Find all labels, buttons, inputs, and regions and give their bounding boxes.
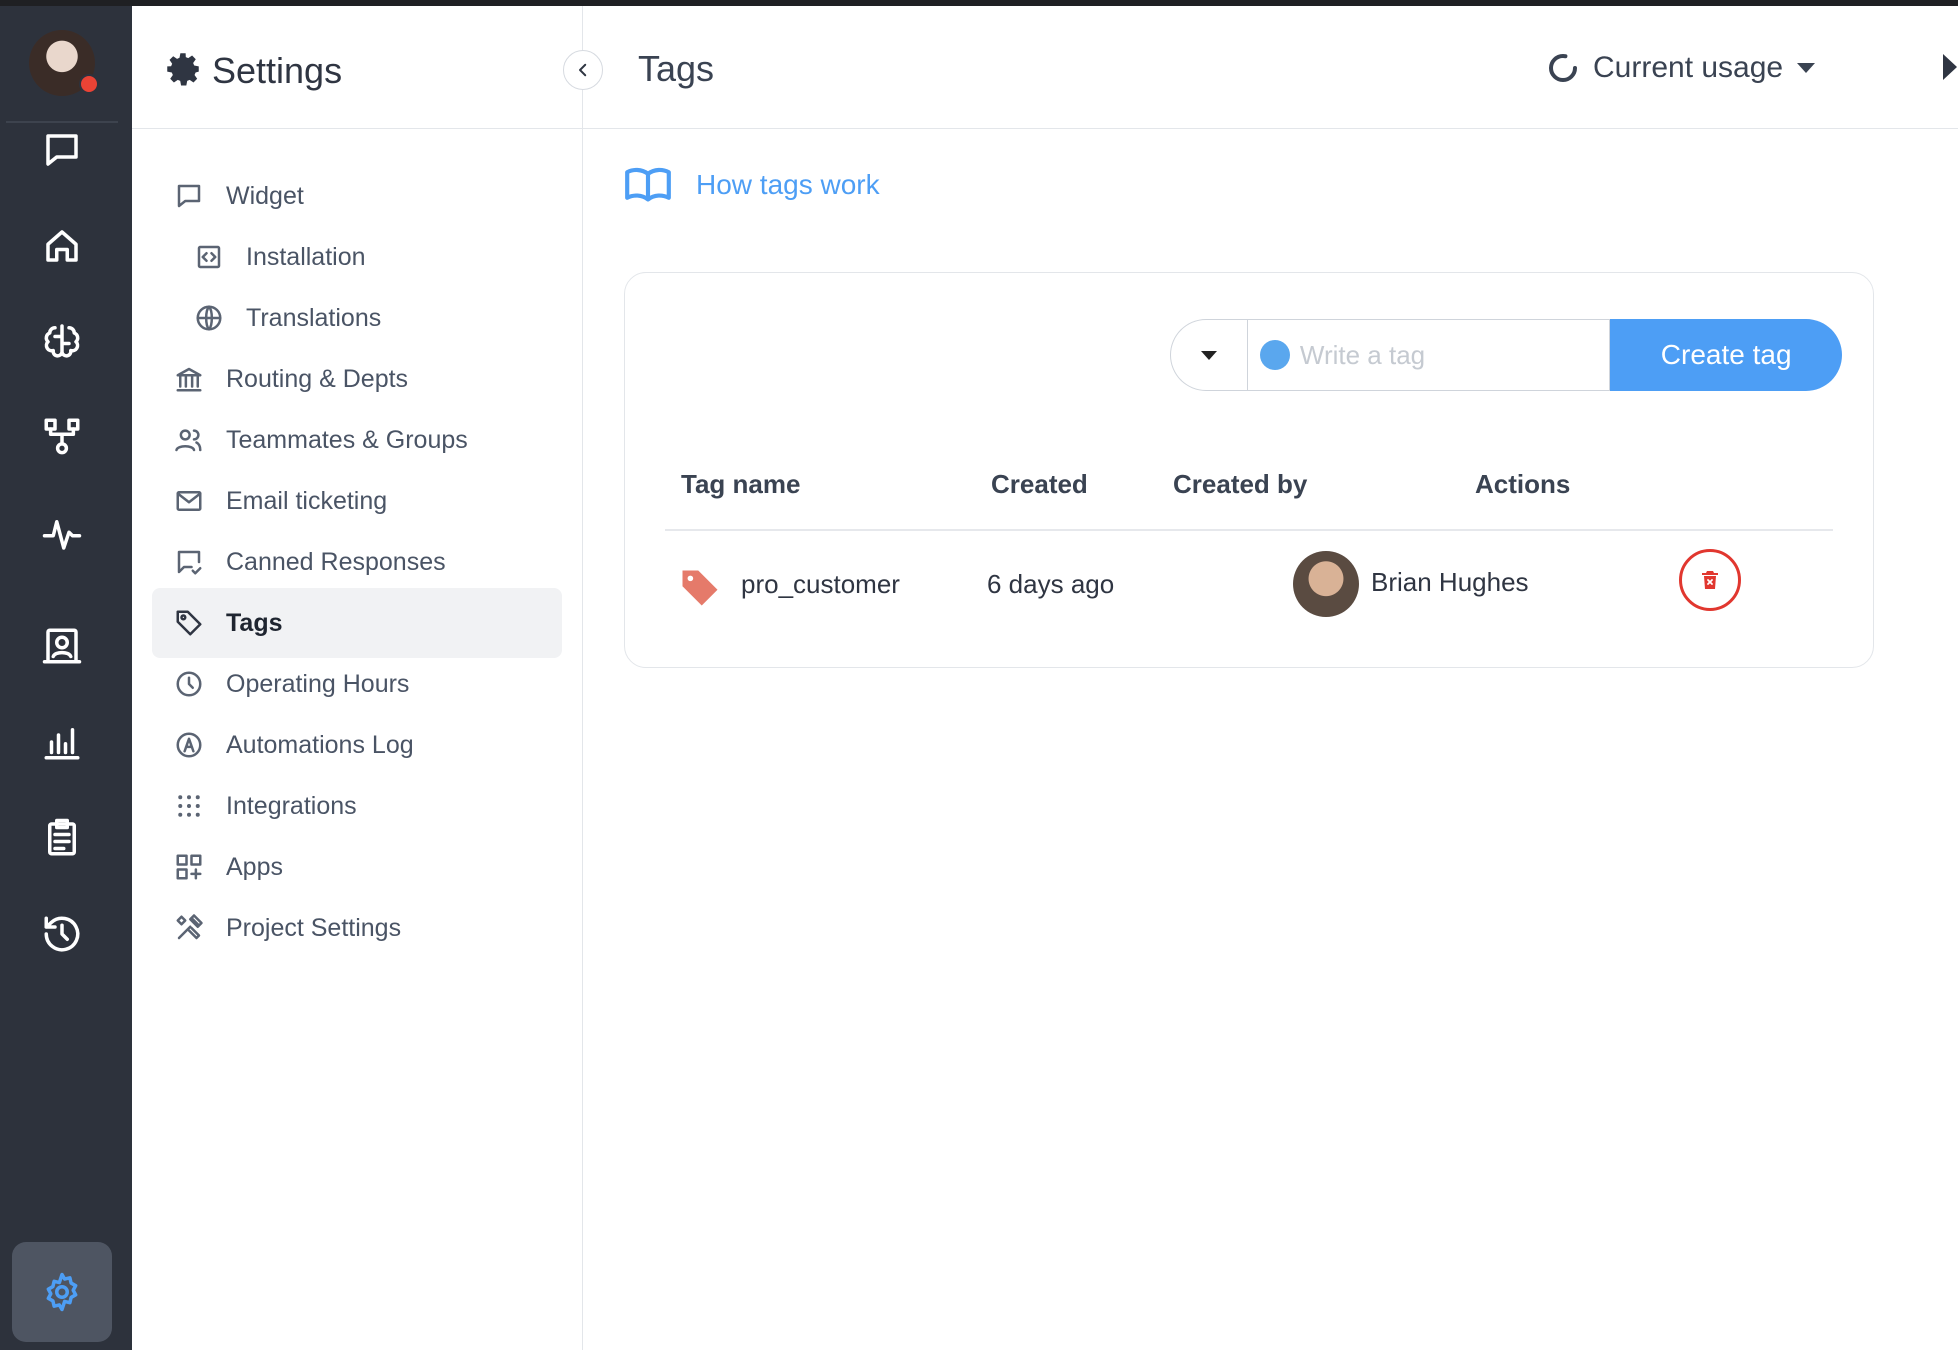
- trash-icon: [1702, 571, 1718, 589]
- apps-icon: [172, 850, 206, 884]
- gear-icon[interactable]: [36, 1266, 88, 1318]
- sidebar-item-label: Automations Log: [226, 730, 414, 759]
- creator-avatar: [1293, 551, 1359, 617]
- current-usage-dropdown[interactable]: Current usage: [1547, 46, 1816, 90]
- create-tag-button[interactable]: Create tag: [1610, 319, 1842, 391]
- caret-down-icon: [1200, 350, 1217, 360]
- sidebar-item-label: Project Settings: [226, 913, 402, 942]
- sidebar-item-automations-log[interactable]: Automations Log: [152, 710, 562, 780]
- current-usage-label: Current usage: [1593, 51, 1784, 84]
- tag-name-cell: pro_customer: [741, 569, 900, 599]
- tools-icon: [172, 911, 206, 945]
- sidebar-item-label: Installation: [246, 242, 366, 271]
- sidebar-item-canned-responses[interactable]: Canned Responses: [152, 527, 562, 597]
- how-tags-work-link[interactable]: How tags work: [624, 165, 880, 205]
- chat-square-icon: [172, 179, 206, 213]
- bar-chart-icon[interactable]: [36, 716, 88, 768]
- sidebar-item-label: Integrations: [226, 791, 357, 820]
- created-by-cell: Brian Hughes: [1371, 567, 1529, 597]
- settings-sidebar: Settings Widget Installation Translation…: [132, 6, 583, 1350]
- collapse-sidebar-button[interactable]: [563, 50, 603, 90]
- created-cell: 6 days ago: [987, 569, 1115, 599]
- grid-dots-icon: [172, 789, 206, 823]
- settings-gear-icon: [167, 53, 199, 86]
- bank-icon: [172, 362, 206, 396]
- canned-response-icon: [172, 545, 206, 579]
- column-header-actions: Actions: [1475, 469, 1571, 499]
- presence-dot: [79, 74, 99, 94]
- clock-icon: [172, 667, 206, 701]
- sidebar-item-label: Routing & Depts: [226, 364, 409, 393]
- column-header-created-by: Created by: [1173, 469, 1308, 499]
- pulse-icon[interactable]: [36, 508, 88, 560]
- chat-icon[interactable]: [36, 124, 88, 176]
- tag-color-icon: [682, 570, 718, 606]
- sidebar-item-integrations[interactable]: Integrations: [152, 771, 562, 841]
- sidebar-item-label: Email ticketing: [226, 486, 388, 515]
- sidebar-item-operating-hours[interactable]: Operating Hours: [152, 649, 562, 719]
- tag-color-dropdown[interactable]: [1170, 319, 1247, 391]
- sidebar-item-routing[interactable]: Routing & Depts: [152, 344, 562, 414]
- globe-icon: [192, 301, 226, 335]
- sidebar-item-label: Apps: [226, 852, 283, 881]
- sidebar-header: Settings: [132, 6, 582, 129]
- rail-divider: [6, 121, 118, 123]
- main-header: Tags Current usage: [583, 6, 1958, 129]
- sidebar-title: Settings: [212, 50, 343, 91]
- flow-icon[interactable]: [36, 410, 88, 462]
- clipboard-icon[interactable]: [36, 812, 88, 864]
- sidebar-item-label: Translations: [246, 303, 382, 332]
- rail-active-settings[interactable]: [12, 1242, 112, 1342]
- chevron-left-icon: [579, 63, 587, 77]
- sidebar-item-label: Operating Hours: [226, 669, 410, 698]
- sidebar-item-project-settings[interactable]: Project Settings: [152, 893, 562, 963]
- play-icon[interactable]: [1943, 54, 1957, 80]
- sidebar-item-teammates[interactable]: Teammates & Groups: [152, 405, 562, 475]
- sidebar-item-installation[interactable]: Installation: [152, 222, 562, 292]
- users-icon: [172, 423, 206, 457]
- icon-rail: [0, 6, 132, 1350]
- mail-icon: [172, 484, 206, 518]
- sidebar-item-label: Widget: [226, 181, 304, 210]
- tag-icon: [172, 606, 206, 640]
- user-avatar[interactable]: [29, 30, 99, 96]
- sidebar-item-apps[interactable]: Apps: [152, 832, 562, 902]
- column-header-tag-name: Tag name: [681, 469, 801, 499]
- page-title: Tags: [638, 48, 715, 89]
- tags-card: Create tag Tag name Created Created by A…: [624, 272, 1874, 668]
- tag-color-dot: [1259, 340, 1290, 370]
- caret-down-icon: [1797, 63, 1816, 73]
- home-icon[interactable]: [36, 220, 88, 272]
- code-icon: [192, 240, 226, 274]
- sidebar-item-translations[interactable]: Translations: [152, 283, 562, 353]
- table-row: pro_customer 6 days ago Brian Hughes: [665, 531, 1833, 639]
- loading-spinner-icon: [1549, 54, 1577, 82]
- create-tag-form: Create tag: [1170, 319, 1842, 391]
- column-header-created: Created: [991, 469, 1088, 499]
- sidebar-item-label: Tags: [226, 608, 283, 637]
- contact-card-icon[interactable]: [36, 620, 88, 672]
- how-tags-work-label: How tags work: [696, 169, 880, 200]
- history-icon[interactable]: [36, 908, 88, 960]
- open-book-icon: [625, 167, 671, 202]
- tag-name-input[interactable]: [1297, 338, 1602, 372]
- sidebar-item-widget[interactable]: Widget: [152, 161, 562, 231]
- sidebar-item-tags[interactable]: Tags: [152, 588, 562, 658]
- delete-tag-button[interactable]: [1679, 549, 1741, 611]
- sidebar-item-email-ticketing[interactable]: Email ticketing: [152, 466, 562, 536]
- automation-icon: [172, 728, 206, 762]
- brain-icon[interactable]: [36, 314, 88, 366]
- sidebar-item-label: Teammates & Groups: [226, 425, 468, 454]
- sidebar-item-label: Canned Responses: [226, 547, 446, 576]
- tag-input-wrapper: [1246, 319, 1611, 391]
